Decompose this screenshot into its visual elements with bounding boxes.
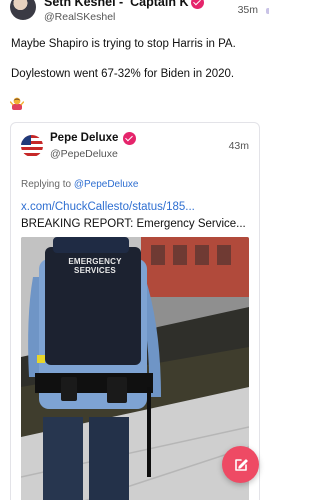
author-name[interactable]: Seth Keshel - Captain K: [44, 0, 188, 9]
author-handle[interactable]: @RealSKeshel: [44, 11, 115, 23]
scroll-indicator: [266, 8, 269, 14]
verified-badge-icon: [123, 132, 136, 145]
replying-to: Replying to @PepeDeluxe: [21, 179, 138, 190]
video-thumbnail[interactable]: EMERGENCY SERVICES: [21, 237, 249, 500]
quote-time: 43m: [228, 140, 249, 152]
post-text-line-2: Doylestown went 67-32% for Biden in 2020…: [11, 68, 235, 80]
post-text-line-1: Maybe Shapiro is trying to stop Harris i…: [11, 38, 236, 50]
officer-photo: [21, 237, 249, 500]
vest-text: EMERGENCY SERVICES: [68, 257, 122, 275]
quoted-post-card[interactable]: Pepe Deluxe @PepeDeluxe 43m Replying to …: [10, 122, 260, 500]
compose-icon: [234, 458, 248, 471]
compose-button[interactable]: [222, 446, 259, 483]
post-time: 35m: [237, 4, 258, 16]
quote-author-handle[interactable]: @PepeDeluxe: [50, 148, 118, 160]
post-header: Seth Keshel - Captain K @RealSKeshel 35m: [0, 0, 269, 26]
quote-author-name[interactable]: Pepe Deluxe: [50, 132, 118, 144]
quote-text: BREAKING REPORT: Emergency Service...: [21, 218, 246, 230]
verified-badge-icon: [191, 0, 204, 9]
author-avatar[interactable]: [10, 0, 36, 20]
quote-author-avatar[interactable]: [21, 135, 43, 157]
replying-to-handle[interactable]: @PepeDeluxe: [74, 179, 139, 190]
person-shrugging-emoji-icon: [10, 97, 24, 110]
quote-link[interactable]: x.com/ChuckCallesto/status/185...: [21, 201, 195, 213]
replying-to-label: Replying to: [21, 179, 74, 190]
